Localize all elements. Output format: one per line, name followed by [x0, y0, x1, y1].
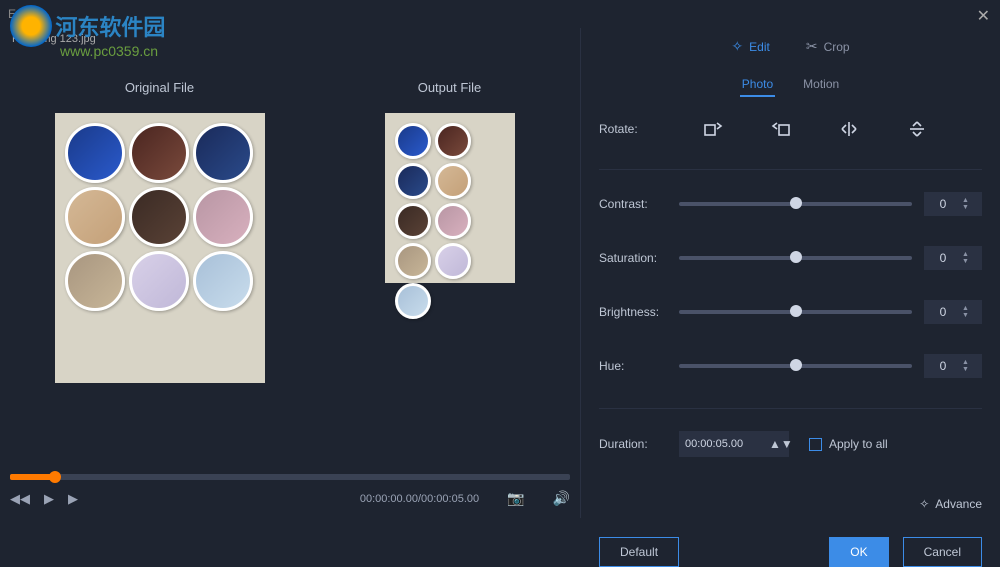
timeline[interactable]: [10, 474, 570, 480]
tab-edit[interactable]: ✧ Edit: [731, 34, 769, 59]
hue-slider[interactable]: [679, 364, 912, 368]
rotate-label: Rotate:: [599, 122, 679, 136]
apply-all-label: Apply to all: [829, 437, 888, 451]
titlebar: Edit ✕: [0, 0, 1000, 28]
subtab-photo[interactable]: Photo: [740, 73, 775, 97]
output-title: Output File: [418, 80, 482, 95]
flip-vertical-icon[interactable]: [903, 119, 931, 139]
flip-horizontal-icon[interactable]: [835, 119, 863, 139]
volume-icon[interactable]: 🔊: [553, 490, 570, 507]
window-title: Edit: [8, 7, 29, 21]
next-button[interactable]: ▶: [68, 491, 78, 507]
brightness-label: Brightness:: [599, 305, 679, 319]
cancel-button[interactable]: Cancel: [903, 537, 982, 567]
original-preview: [55, 113, 265, 383]
prev-button[interactable]: ◀◀: [10, 491, 30, 507]
original-title: Original File: [125, 80, 194, 95]
contrast-stepper[interactable]: ▲▼: [924, 192, 982, 216]
tab-crop[interactable]: ✂ Crop: [806, 34, 850, 59]
advance-icon: ✧: [919, 497, 929, 511]
contrast-label: Contrast:: [599, 197, 679, 211]
rotate-ccw-icon[interactable]: [767, 119, 795, 139]
output-preview: [385, 113, 515, 283]
close-icon[interactable]: ✕: [977, 6, 990, 26]
crop-icon: ✂: [806, 38, 818, 55]
default-button[interactable]: Default: [599, 537, 679, 567]
ok-button[interactable]: OK: [829, 537, 888, 567]
snapshot-icon[interactable]: 📷: [507, 490, 524, 507]
advance-button[interactable]: ✧ Advance: [919, 497, 982, 511]
hue-label: Hue:: [599, 359, 679, 373]
rotate-cw-icon[interactable]: [699, 119, 727, 139]
duration-label: Duration:: [599, 437, 679, 451]
brightness-slider[interactable]: [679, 310, 912, 314]
hue-stepper[interactable]: ▲▼: [924, 354, 982, 378]
play-button[interactable]: ▶: [44, 491, 54, 507]
contrast-slider[interactable]: [679, 202, 912, 206]
edit-icon: ✧: [731, 38, 743, 55]
apply-all-checkbox[interactable]: [809, 438, 822, 451]
saturation-stepper[interactable]: ▲▼: [924, 246, 982, 270]
brightness-stepper[interactable]: ▲▼: [924, 300, 982, 324]
saturation-label: Saturation:: [599, 251, 679, 265]
file-label: File: tlmg 123.jpg: [0, 28, 580, 50]
subtab-motion[interactable]: Motion: [801, 73, 841, 97]
time-display: 00:00:00.00/00:00:05.00: [360, 493, 479, 505]
duration-stepper[interactable]: ▲▼: [679, 431, 789, 457]
saturation-slider[interactable]: [679, 256, 912, 260]
